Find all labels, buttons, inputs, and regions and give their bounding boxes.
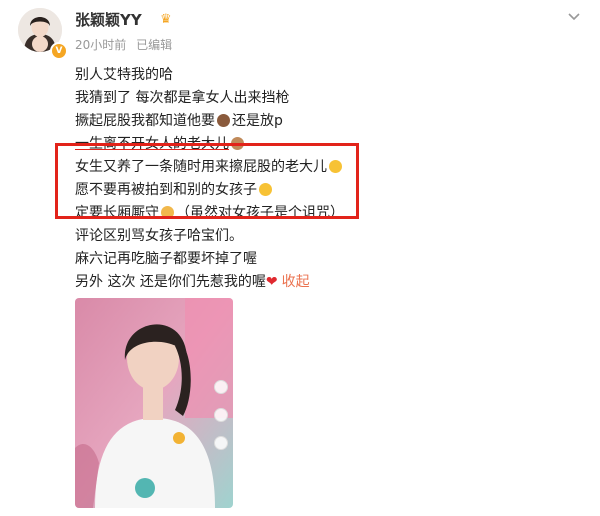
video-thumbnail[interactable] xyxy=(75,298,233,508)
comment-icon[interactable] xyxy=(214,436,228,450)
collapse-link[interactable]: 收起 xyxy=(282,274,310,290)
video-side-icons xyxy=(214,380,230,464)
post-line: 我猜到了 每次都是拿女人出来挡枪 xyxy=(75,90,290,106)
post-line: 撅起屁股我都知道他要 还是放p xyxy=(75,113,283,129)
chevron-down-icon[interactable] xyxy=(564,6,584,26)
username[interactable]: 张颖颖YY xyxy=(75,9,142,30)
share-icon[interactable] xyxy=(214,380,228,394)
post-line: 评论区别骂女孩子哈宝们。 xyxy=(75,228,243,244)
edited-label: 已编辑 xyxy=(136,38,173,52)
highlight-box xyxy=(55,143,359,219)
post-time[interactable]: 20小时前 xyxy=(75,38,126,52)
heart-emoji-icon: ❤ xyxy=(265,274,278,290)
post-line: 麻六记再吃脑子都要坏掉了喔 xyxy=(75,251,257,267)
post-line: 另外 这次 还是你们先惹我的喔❤ 收起 xyxy=(75,274,310,290)
verified-badge-icon: V xyxy=(50,42,68,60)
post-meta: 20小时前 已编辑 xyxy=(75,36,178,53)
post-line: 别人艾特我的哈 xyxy=(75,67,173,83)
crown-icon: ♛ xyxy=(160,12,172,27)
poop-emoji-icon xyxy=(217,114,230,127)
like-icon[interactable] xyxy=(214,408,228,422)
